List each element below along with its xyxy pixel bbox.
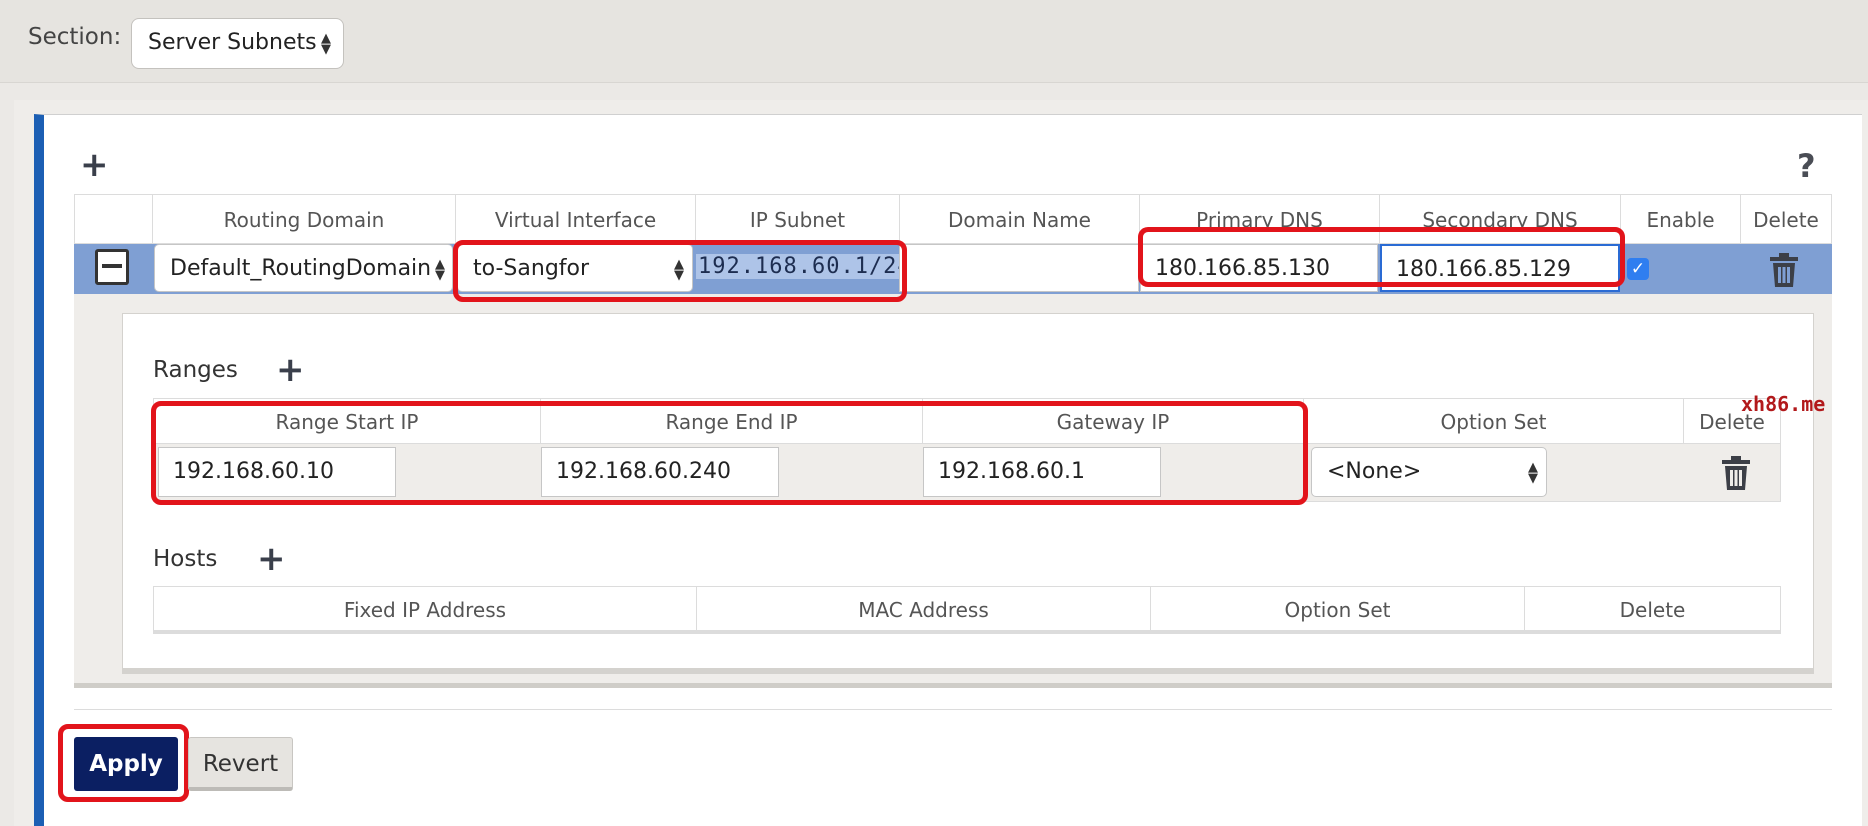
- header-delete: Delete: [1753, 208, 1819, 232]
- routing-domain-select[interactable]: Default_RoutingDomain ▲ ▼: [154, 244, 453, 292]
- header-ip-subnet: IP Subnet: [696, 195, 900, 244]
- top-bar: Section: Server Subnets ▲ ▼: [0, 0, 1868, 83]
- highlight-interface-subnet: [453, 240, 907, 302]
- delete-range-icon[interactable]: [1721, 456, 1751, 490]
- ranges-title: Ranges: [153, 357, 238, 383]
- select-arrows-icon: ▲ ▼: [321, 31, 331, 57]
- help-icon[interactable]: ?: [1797, 147, 1816, 185]
- header-host-option-set: Option Set: [1151, 587, 1525, 631]
- select-arrows-icon: ▲ ▼: [435, 257, 445, 283]
- section-select[interactable]: Server Subnets ▲ ▼: [131, 18, 344, 69]
- minus-icon: [102, 264, 122, 268]
- header-enable: Enable: [1621, 195, 1741, 244]
- delete-subnet-icon[interactable]: [1769, 253, 1799, 287]
- section-select-value: Server Subnets: [148, 30, 317, 55]
- header-virtual-interface: Virtual Interface: [456, 195, 696, 244]
- section-label: Section:: [28, 24, 122, 50]
- domain-name-field[interactable]: [899, 244, 1139, 292]
- routing-domain-value: Default_RoutingDomain: [170, 256, 432, 281]
- header-option-set: Option Set: [1304, 399, 1684, 443]
- hosts-table-header: Fixed IP Address MAC Address Option Set …: [153, 586, 1781, 634]
- option-set-value: <None>: [1327, 459, 1422, 484]
- collapse-row-button[interactable]: [95, 249, 129, 285]
- header-routing-domain: Routing Domain: [153, 195, 456, 244]
- option-set-select[interactable]: <None> ▲ ▼: [1311, 447, 1547, 497]
- revert-button[interactable]: Revert: [188, 737, 293, 791]
- add-range-button[interactable]: +: [276, 353, 305, 387]
- add-subnet-button[interactable]: +: [80, 148, 109, 182]
- header-fixed-ip: Fixed IP Address: [154, 587, 697, 631]
- apply-button[interactable]: Apply: [74, 737, 178, 791]
- hosts-title: Hosts: [153, 546, 218, 572]
- add-host-button[interactable]: +: [257, 542, 286, 576]
- highlight-dns: [1138, 227, 1625, 287]
- header-expand-col: [75, 195, 153, 244]
- watermark: xh86.me: [1741, 392, 1826, 416]
- select-arrows-icon: ▲ ▼: [1528, 460, 1538, 486]
- header-host-delete: Delete: [1619, 598, 1686, 622]
- enable-checkbox[interactable]: ✓: [1627, 258, 1649, 280]
- highlight-range: [151, 401, 1308, 505]
- header-domain-name: Domain Name: [900, 195, 1140, 244]
- footer-divider: [74, 709, 1832, 710]
- header-mac-address: MAC Address: [697, 587, 1151, 631]
